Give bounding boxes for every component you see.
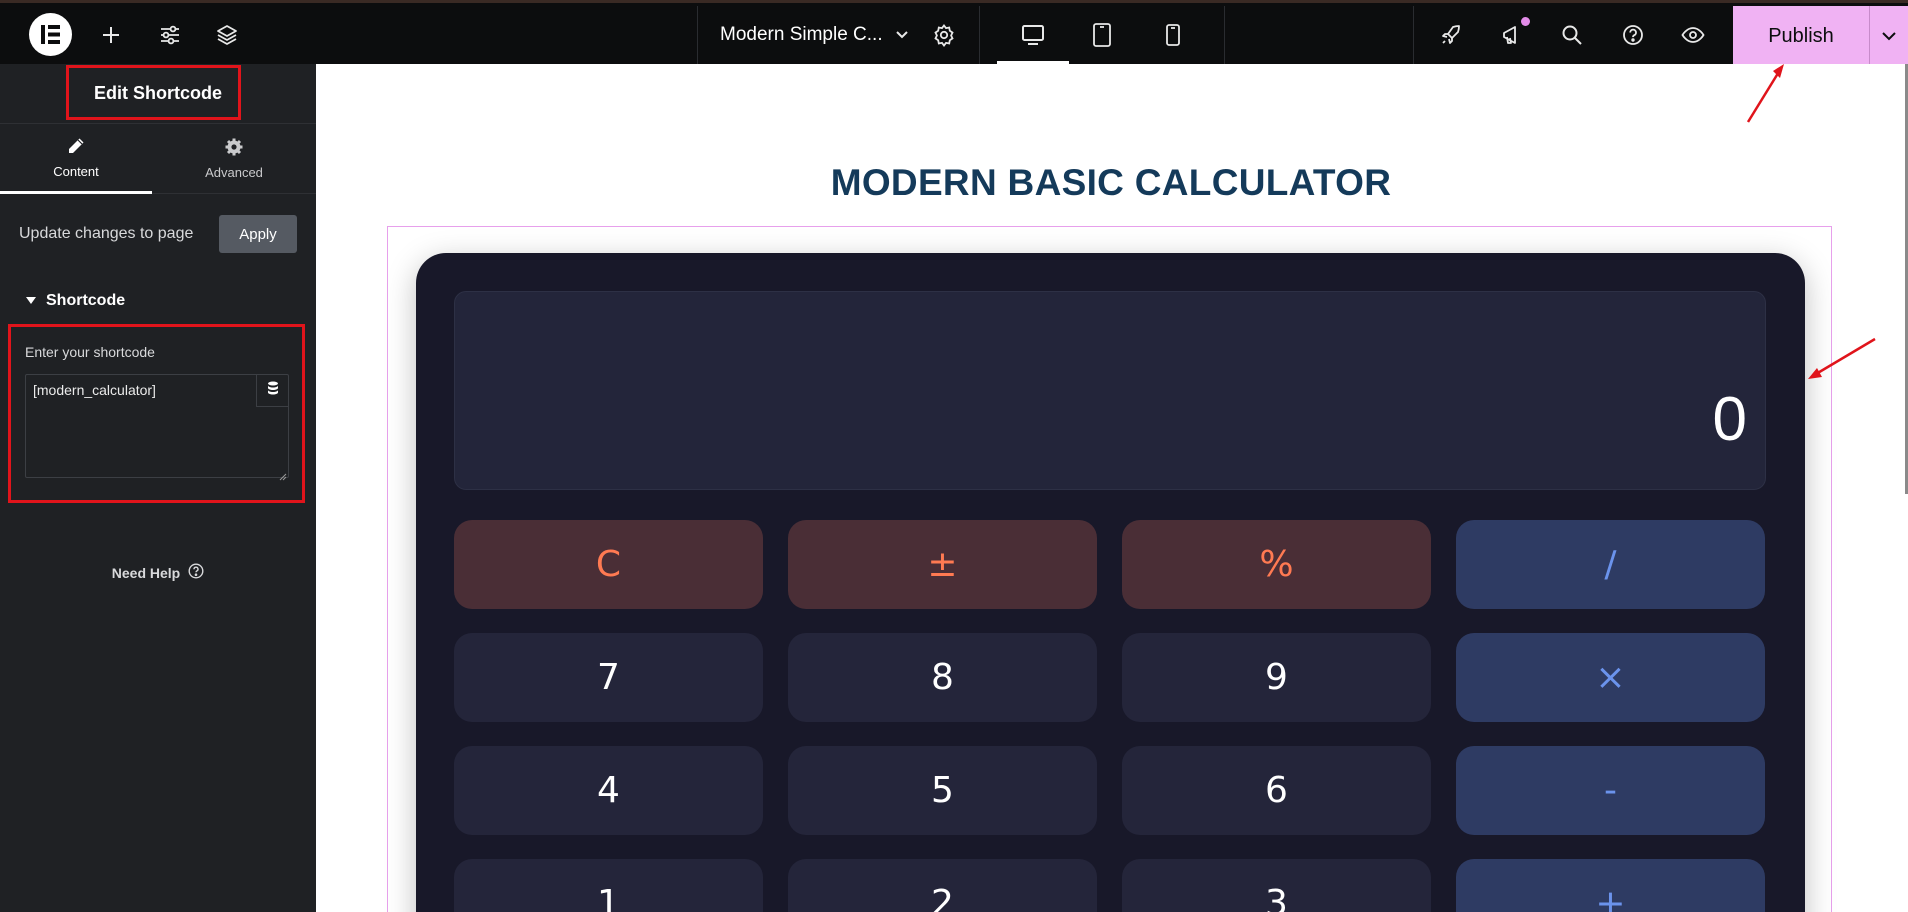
calc-key[interactable]: 6 (1122, 746, 1431, 835)
section-shortcode-toggle[interactable]: Shortcode (26, 292, 125, 310)
calc-key[interactable]: 4 (454, 746, 763, 835)
tablet-icon[interactable] (1082, 6, 1122, 64)
search-icon[interactable] (1553, 6, 1591, 64)
calc-key[interactable]: % (1122, 520, 1431, 609)
chevron-down-icon (895, 24, 909, 46)
calculator: 0 C ±% / 7 8 9 × 4 5 6- 1 2 3 + (416, 253, 1805, 912)
tab-content[interactable]: Content (0, 124, 152, 194)
calc-key[interactable]: × (1456, 633, 1765, 722)
page-heading: MODERN BASIC CALCULATOR (830, 162, 1392, 203)
calc-key[interactable]: 2 (788, 859, 1097, 912)
annotation-box-title (66, 65, 241, 120)
apply-button[interactable]: Apply (219, 215, 297, 253)
panel-tabs: Content Advanced (0, 124, 316, 194)
caret-down-icon (26, 292, 36, 310)
display-value: 0 (1712, 385, 1747, 454)
calc-key[interactable]: 5 (788, 746, 1097, 835)
structure-icon[interactable] (208, 6, 246, 64)
site-settings-icon[interactable] (151, 6, 189, 64)
settings-icon[interactable] (925, 6, 963, 64)
calc-key[interactable]: 1 (454, 859, 763, 912)
calc-key[interactable]: 3 (1122, 859, 1431, 912)
publish-options-button[interactable] (1869, 6, 1908, 67)
need-help-link[interactable]: Need Help (0, 563, 316, 582)
preview-icon[interactable] (1674, 6, 1712, 64)
calc-key[interactable]: - (1456, 746, 1765, 835)
calculator-display: 0 (454, 291, 1766, 490)
calc-key[interactable]: / (1456, 520, 1765, 609)
rocket-icon[interactable] (1432, 6, 1470, 64)
help-circle-icon (188, 563, 204, 582)
section-title: Shortcode (46, 292, 126, 309)
calc-key[interactable]: 7 (454, 633, 763, 722)
responsive-mode-switcher (980, 6, 1225, 64)
pencil-icon (67, 137, 85, 158)
notification-dot (1521, 17, 1530, 26)
calc-key[interactable]: ± (788, 520, 1097, 609)
tab-label: Content (53, 163, 99, 179)
annotation-arrow-publish (1746, 64, 1784, 123)
document-title: Modern Simple C... (720, 24, 883, 45)
update-changes-row: Update changes to page Apply (19, 214, 297, 254)
desktop-icon[interactable] (997, 6, 1069, 64)
announcement-icon[interactable] (1493, 6, 1531, 64)
gear-icon (225, 138, 243, 159)
annotation-arrow-calculator (1808, 337, 1876, 379)
tab-label: Advanced (205, 165, 263, 180)
update-changes-text: Update changes to page (19, 225, 194, 242)
calc-key[interactable]: C (454, 520, 763, 609)
elementor-logo-icon[interactable] (29, 13, 72, 56)
help-icon[interactable] (1614, 6, 1652, 64)
calc-key[interactable]: 8 (788, 633, 1097, 722)
need-help-label: Need Help (111, 564, 181, 581)
preview-canvas: MODERN BASIC CALCULATOR 0 C ±% / 7 8 9 × 4 5 6- 1 2… (316, 64, 1908, 912)
mobile-icon[interactable] (1153, 6, 1193, 64)
calc-key[interactable]: 9 (1122, 633, 1431, 722)
annotation-box-shortcode (8, 324, 305, 503)
top-bar: Modern Simple C... Publish (0, 0, 1908, 67)
caret-down-icon (1881, 28, 1897, 46)
tab-advanced[interactable]: Advanced (158, 124, 310, 194)
calc-key[interactable]: + (1456, 859, 1765, 912)
add-icon[interactable] (92, 6, 130, 64)
